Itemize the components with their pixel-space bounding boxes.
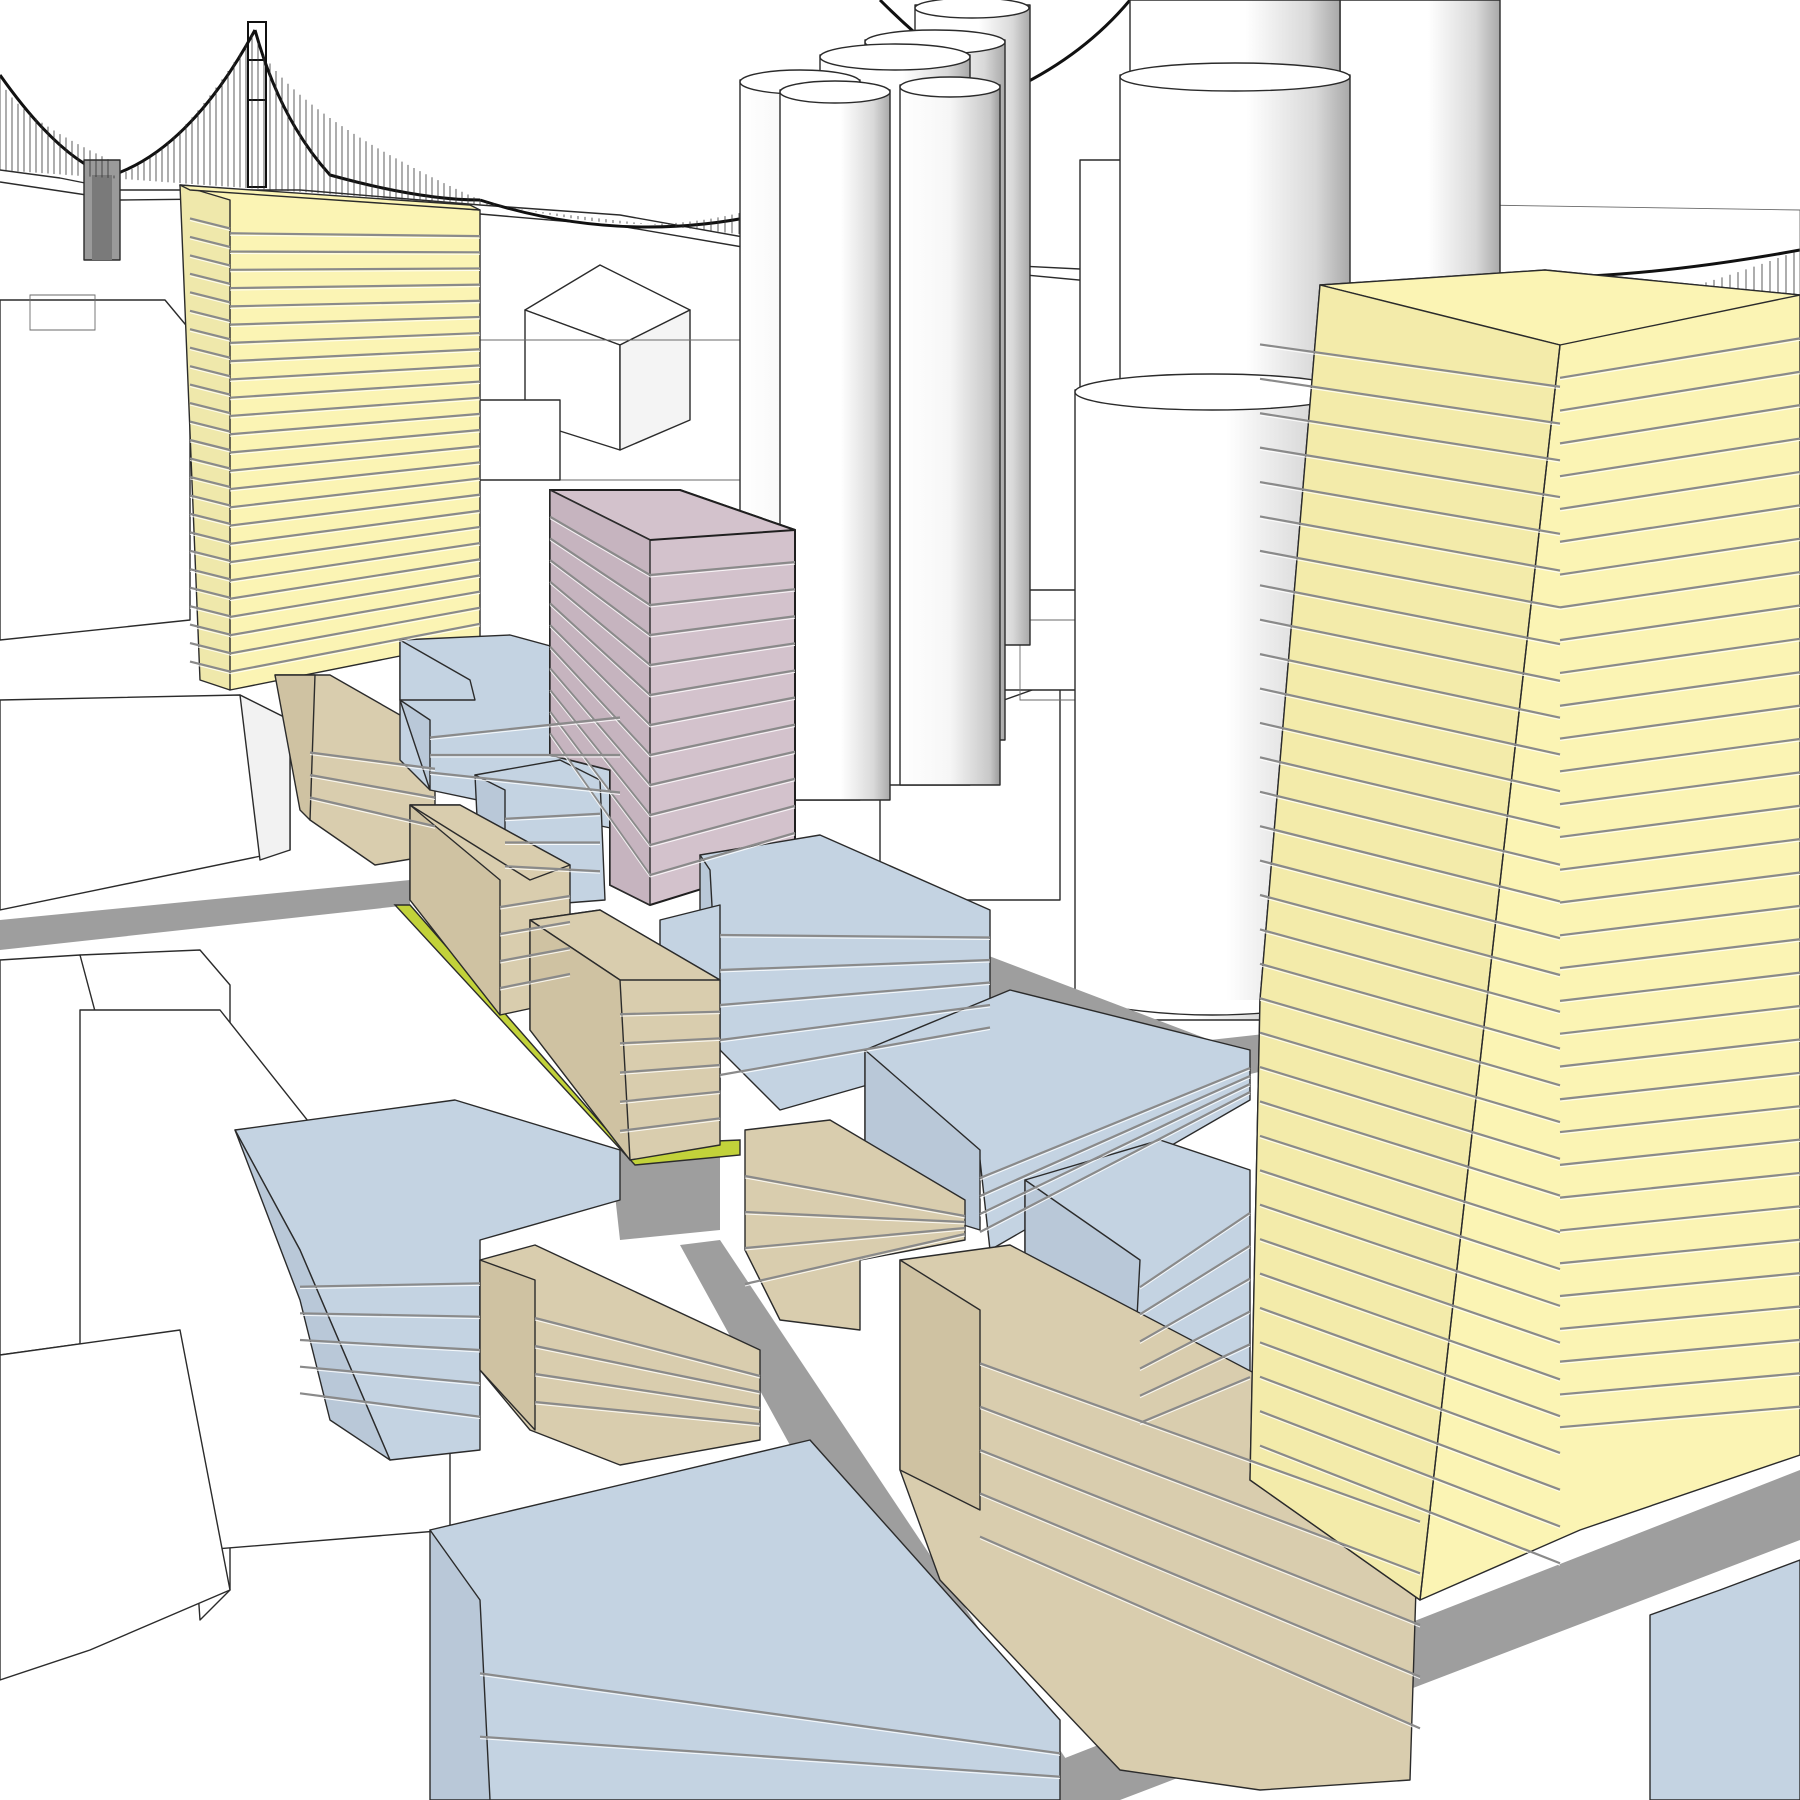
massing-model-canvas xyxy=(0,0,1800,1800)
bridge-tower-east xyxy=(247,21,267,188)
midrise-blue-bottom-right xyxy=(1649,1559,1800,1800)
highrise-residential-right xyxy=(1249,269,1800,1601)
floor-line xyxy=(229,267,481,271)
massing-model-view xyxy=(0,0,1800,1800)
cylinder-tower-mid xyxy=(899,76,1001,786)
floor-line xyxy=(229,250,481,254)
